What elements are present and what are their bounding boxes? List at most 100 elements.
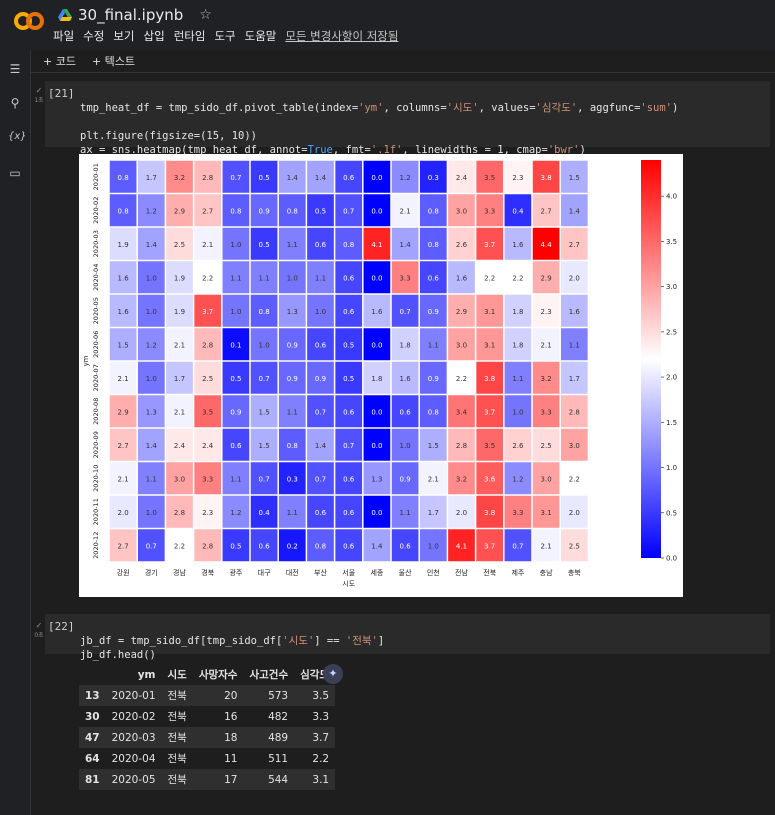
heatmap-cell-label: 0.0 (371, 274, 382, 282)
heatmap-cell-label: 0.7 (343, 442, 354, 450)
heatmap-cell-label: 1.9 (118, 241, 129, 249)
heatmap-cell-label: 1.6 (118, 308, 130, 316)
heatmap-cell-label: 3.3 (484, 207, 495, 215)
heatmap-cell-label: 1.4 (315, 174, 327, 182)
heatmap-cell-label: 3.1 (484, 308, 495, 316)
files-icon[interactable]: ▭ (8, 166, 22, 180)
heatmap-cell-label: 0.1 (230, 341, 241, 349)
heatmap-cell-label: 3.8 (541, 174, 552, 182)
y-tick-label: 2020-12 (92, 532, 100, 559)
exec-time-2: 0초 (34, 632, 44, 639)
heatmap-cell-label: 3.7 (484, 241, 495, 249)
menu-item-5[interactable]: 도구 (214, 28, 235, 44)
table-header: ym 시도 사망자수 사고건수 심각도 (79, 664, 335, 685)
heatmap-cell-label: 2.7 (569, 241, 580, 249)
heatmap-cell-label: 0.5 (230, 375, 241, 383)
heatmap-cell-label: 1.2 (230, 509, 241, 517)
notebook-title[interactable]: 30_final.ipynb (78, 6, 183, 24)
menu-item-2[interactable]: 보기 (113, 28, 134, 44)
table-cell: 전북 (167, 732, 187, 744)
heatmap-output: 0.8 1.7 3.2 2.8 0.7 0.5 1.4 1.4 0.6 0.0 1.2 0.3 2.4 3… (79, 154, 683, 597)
heatmap-cell-label: 2.7 (202, 207, 213, 215)
magic-wand-icon[interactable]: ✦ (323, 664, 343, 684)
heatmap-cell-label: 0.5 (343, 341, 354, 349)
heatmap-cell-label: 2.5 (541, 442, 552, 450)
heatmap-cell-label: 1.6 (456, 274, 468, 282)
colab-logo-icon[interactable] (14, 10, 44, 32)
heatmap-cell-label: 2.8 (202, 174, 213, 182)
heatmap-cell-label: 1.6 (512, 241, 524, 249)
add-code-button[interactable]: + 코드 (43, 53, 76, 69)
heatmap-cell-label: 2.6 (512, 442, 524, 450)
heatmap-cell-label: 2.3 (202, 509, 213, 517)
star-icon[interactable]: ☆ (199, 7, 212, 23)
table-row: 13 2020-01 전북 20 573 3.5 (79, 685, 336, 706)
heatmap-cell-label: 0.6 (343, 542, 355, 550)
heatmap-cell-label: 0.5 (259, 174, 270, 182)
colorbar-tick-label: 2.0 (666, 374, 677, 382)
save-status-link[interactable]: 모든 변경사항이 저장됨 (285, 28, 398, 44)
heatmap-cell-label: 1.2 (146, 341, 157, 349)
add-text-button[interactable]: + 텍스트 (92, 53, 135, 69)
menu-item-0[interactable]: 파일 (53, 28, 74, 44)
heatmap-cell-label: 2.7 (118, 442, 129, 450)
heatmap-cell-label: 0.2 (287, 542, 298, 550)
heatmap-cell-label: 0.3 (287, 475, 298, 483)
code-cell-21[interactable]: tmp_heat_df = tmp_sido_df.pivot_table(in… (45, 81, 770, 156)
menu-item-3[interactable]: 삽입 (144, 28, 165, 44)
table-cell: 18 (224, 731, 238, 744)
heatmap-cell-label: 0.0 (371, 174, 382, 182)
colorbar (641, 160, 661, 558)
heatmap-cell-label: 1.7 (146, 174, 157, 182)
heatmap-cell-label: 2.2 (512, 274, 523, 282)
heatmap-cell-label: 1.1 (428, 341, 439, 349)
table-cell: 3.7 (312, 731, 330, 744)
heatmap-cell-label: 2.3 (541, 308, 552, 316)
table-cell: 13 (85, 689, 100, 702)
heatmap-cell-label: 1.6 (118, 274, 130, 282)
colorbar-tick-label: 3.0 (666, 283, 677, 291)
code-cell-22[interactable]: jb_df = tmp_sido_df[tmp_sido_df['시도'] ==… (45, 614, 770, 661)
x-tick-label: 부산 (314, 568, 327, 577)
table-cell: 2020-01 (111, 689, 156, 702)
heatmap-cell-label: 3.0 (569, 442, 580, 450)
heatmap-cell-label: 1.0 (146, 509, 157, 517)
heatmap-cell-label: 1.9 (174, 308, 185, 316)
menu-item-6[interactable]: 도움말 (245, 28, 277, 44)
table-cell: 2020-02 (111, 710, 156, 723)
heatmap-cell-label: 3.7 (484, 542, 495, 550)
heatmap-cell-label: 0.6 (343, 475, 355, 483)
heatmap-cell-label: 0.6 (315, 341, 327, 349)
heatmap-cell-label: 2.8 (456, 442, 467, 450)
table-cell: 47 (85, 731, 100, 744)
heatmap-cell-label: 1.8 (400, 341, 411, 349)
heatmap-cell-label: 1.2 (400, 174, 411, 182)
heatmap-cell-label: 0.4 (512, 207, 524, 215)
heatmap-cell-label: 2.8 (202, 542, 213, 550)
y-tick-label: 2020-07 (92, 364, 100, 391)
variables-icon[interactable]: {x} (8, 130, 27, 144)
table-of-contents-icon[interactable]: ☰ (8, 62, 22, 76)
search-icon[interactable]: ⚲ (8, 96, 22, 110)
run-status-icon-2[interactable]: ✓ 0초 (33, 621, 45, 639)
heatmap-cell-label: 1.5 (428, 442, 439, 450)
colorbar-tick-label: 2.5 (666, 328, 677, 336)
table-cell: 544 (268, 773, 289, 786)
heatmap-cell-label: 2.1 (400, 207, 411, 215)
menu-item-1[interactable]: 수정 (83, 28, 104, 44)
heatmap-cell-label: 1.2 (146, 207, 157, 215)
heatmap-cell-label: 1.4 (287, 174, 299, 182)
heatmap-cell-label: 3.3 (202, 475, 213, 483)
heatmap-cell-label: 0.7 (512, 542, 523, 550)
heatmap-cell-label: 0.0 (371, 408, 382, 416)
menu-item-4[interactable]: 런타임 (174, 28, 206, 44)
table-cell: 2020-05 (111, 773, 156, 786)
heatmap-cell-label: 2.1 (118, 375, 129, 383)
heatmap-cell-label: 0.8 (230, 207, 241, 215)
column-header: 사망자수 (198, 669, 238, 681)
heatmap-cell-label: 0.6 (343, 174, 355, 182)
dataframe-table: ym 시도 사망자수 사고건수 심각도 13 2020-01 전북 20 573 3.5 30 202… (79, 664, 336, 790)
run-status-icon[interactable]: ✓ 1초 (33, 86, 45, 104)
heatmap-cell-label: 2.7 (541, 207, 552, 215)
column-header: 시도 (167, 669, 187, 681)
